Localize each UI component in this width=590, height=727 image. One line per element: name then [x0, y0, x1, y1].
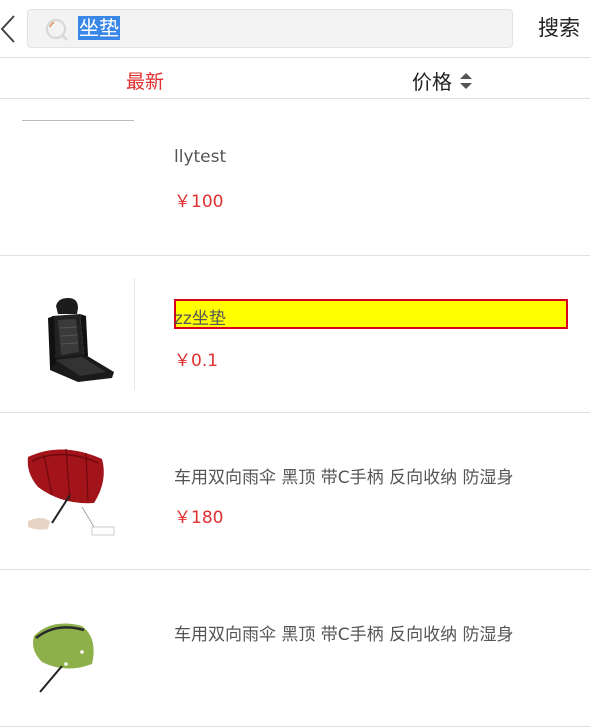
product-price: ￥100 — [174, 192, 224, 212]
car-seat-cushion-image — [48, 298, 114, 382]
product-price: ￥0.1 — [174, 351, 219, 371]
product-list-item[interactable]: zz坐垫 ￥0.1 — [0, 256, 590, 413]
back-arrow-icon[interactable] — [0, 14, 18, 44]
search-query-text: 坐垫 — [78, 16, 120, 40]
umbrella-image — [33, 623, 94, 693]
product-name: llytest — [174, 147, 227, 167]
umbrella-image — [27, 448, 115, 536]
product-thumbnail-placeholder — [22, 120, 134, 121]
product-list-item[interactable]: 车用双向雨伞 黑顶 带C手柄 反向收纳 防湿身 ￥180 — [0, 413, 590, 570]
search-icon — [45, 18, 68, 41]
product-list-item[interactable]: 车用双向雨伞 黑顶 带C手柄 反向收纳 防湿身 — [0, 570, 590, 727]
sort-toggle-icon[interactable] — [459, 72, 473, 90]
product-name: 车用双向雨伞 黑顶 带C手柄 反向收纳 防湿身 — [174, 468, 514, 488]
product-name: 车用双向雨伞 黑顶 带C手柄 反向收纳 防湿身 — [174, 625, 514, 645]
search-header: 坐垫 搜索 — [0, 0, 590, 57]
product-name: zz坐垫 — [174, 309, 226, 329]
search-button[interactable]: 搜索 — [538, 12, 580, 42]
sort-newest-tab[interactable]: 最新 — [126, 67, 164, 94]
sort-price-tab[interactable]: 价格 — [412, 66, 452, 95]
keyword-highlight-box — [174, 299, 568, 329]
search-box[interactable]: 坐垫 — [27, 9, 513, 48]
search-input[interactable]: 坐垫 — [78, 10, 120, 47]
sort-bar: 最新 价格 — [0, 57, 590, 99]
product-price: ￥180 — [174, 508, 224, 528]
thumbnail-divider — [134, 278, 135, 390]
product-list-item[interactable]: llytest ￥100 — [0, 99, 590, 256]
